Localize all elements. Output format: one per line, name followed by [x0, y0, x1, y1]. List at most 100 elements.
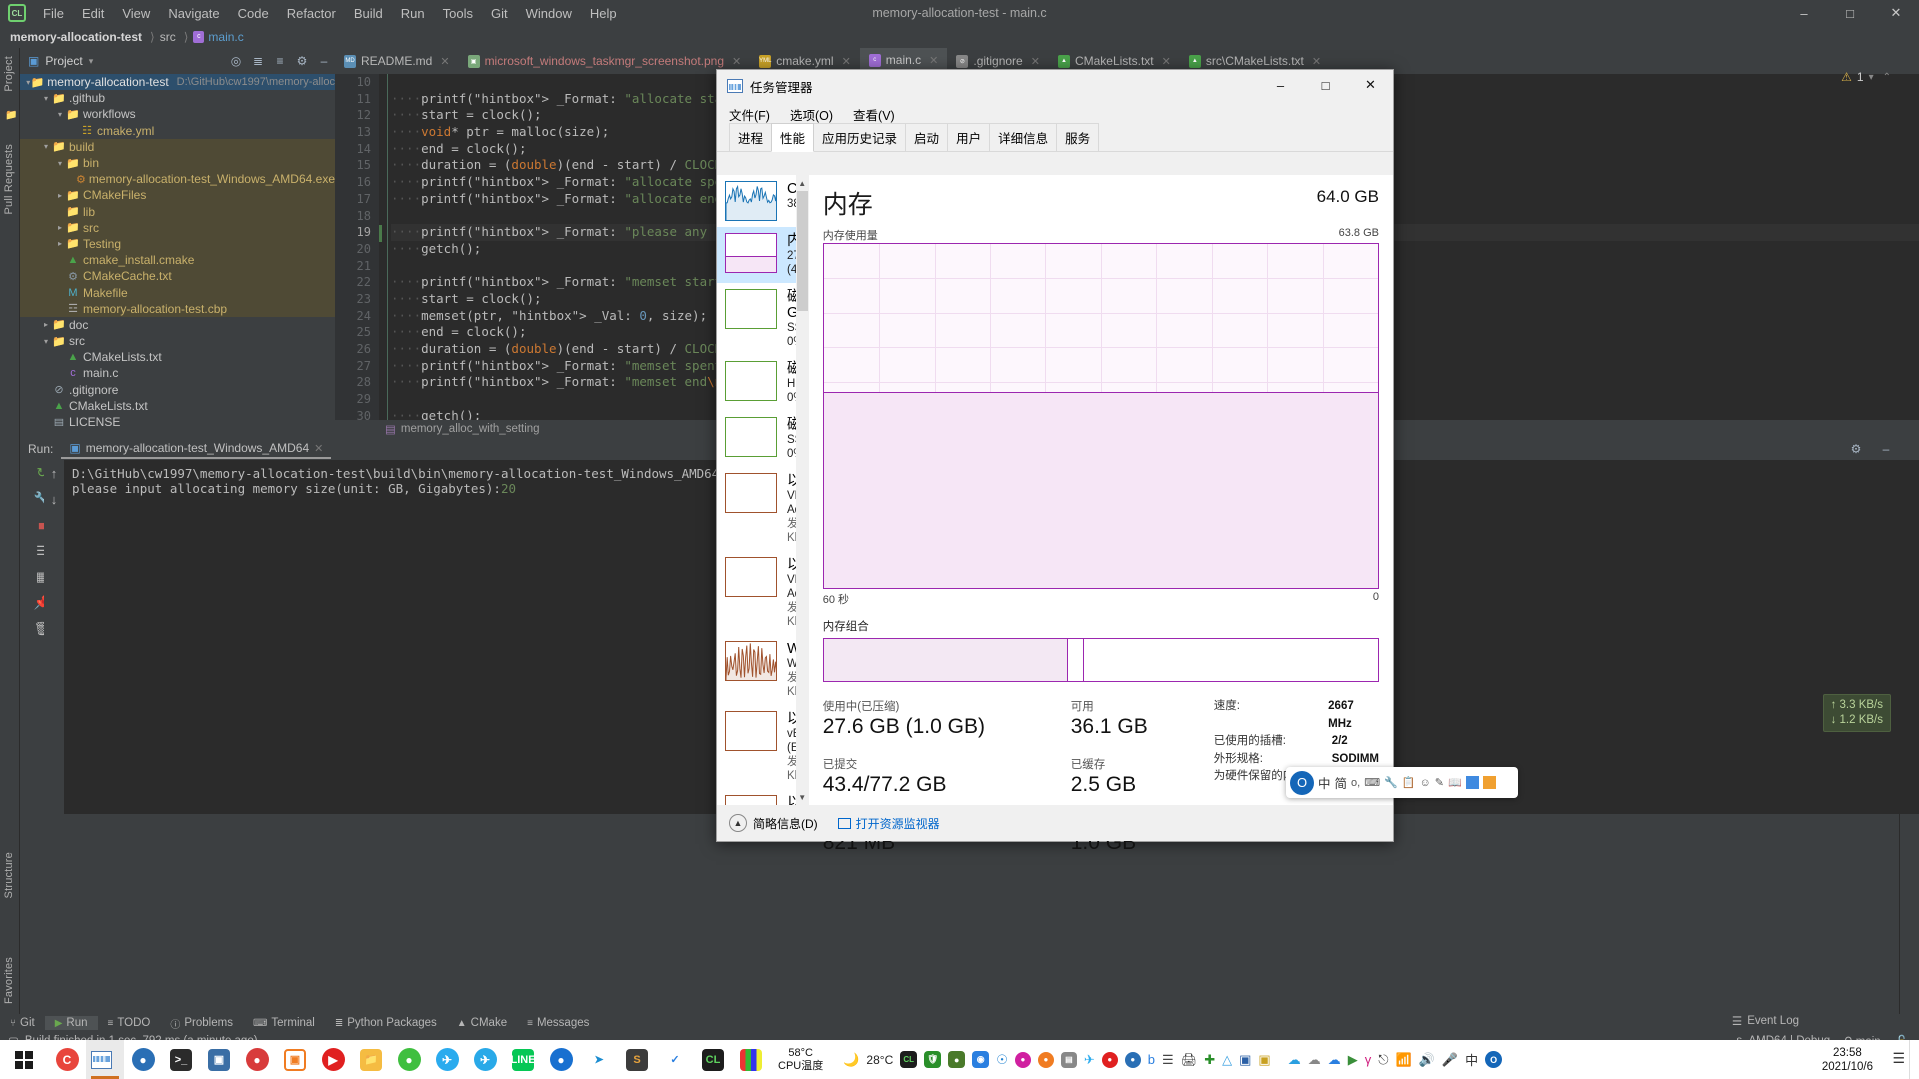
ime-more-icon[interactable] — [1482, 776, 1496, 789]
tray-sync-icon[interactable]: ▶ — [1348, 1052, 1358, 1068]
taskbar-line-icon[interactable]: LINE — [504, 1040, 542, 1079]
tray-shield-icon[interactable]: 🛡 — [924, 1051, 942, 1068]
tm-tab-性能[interactable]: 性能 — [771, 123, 815, 152]
memory-composition-bar[interactable] — [822, 638, 1379, 682]
menu-view[interactable]: View — [113, 3, 159, 24]
tray-blue-icon[interactable]: ● — [1124, 1051, 1141, 1068]
breadcrumb-src[interactable]: src — [160, 30, 176, 44]
tool-tab-todo[interactable]: ≡ TODO — [98, 1016, 161, 1030]
tray-pink-icon[interactable]: ● — [1014, 1051, 1031, 1068]
panel-hide-icon[interactable]: – — [313, 51, 335, 71]
tm-minimize-button[interactable]: – — [1258, 70, 1303, 100]
expand-all-icon[interactable]: ≣ — [247, 51, 269, 71]
taskbar-todo-icon[interactable]: ✓ — [656, 1040, 694, 1079]
tray-orange-icon[interactable]: ● — [1037, 1051, 1054, 1068]
tool-window-tab-bar[interactable]: ⑂ Git ▶ Run ≡ TODO ⓘ Problems ⌨ Terminal ≣ Python P… — [0, 1014, 1919, 1032]
editor-tab[interactable]: MD README.md ✕ — [335, 48, 459, 74]
scroll-up-arrow-icon[interactable]: ▲ — [796, 175, 809, 191]
tree-row[interactable]: ▲ CMakeLists.txt — [20, 398, 335, 414]
tm-close-button[interactable]: ✕ — [1348, 70, 1393, 100]
project-tree[interactable]: ▾ 📁 memory-allocation-test D:\GitHub\cw1997… — [20, 74, 335, 426]
taskbar-vscode-icon[interactable]: ➤ — [580, 1040, 618, 1079]
tree-row[interactable]: M Makefile — [20, 284, 335, 301]
tm-menu-file[interactable]: 文件(F) — [729, 105, 770, 124]
sidebar-scrollbar[interactable]: ▲ ▼ — [795, 175, 809, 805]
tray-list-icon[interactable]: ☰ — [1162, 1052, 1174, 1068]
tray-printer-icon[interactable]: 🖨 — [1181, 1052, 1198, 1068]
taskbar-taskmanager-icon[interactable] — [86, 1040, 124, 1079]
tree-row[interactable]: ▾ 📁 .github — [20, 90, 335, 106]
tree-expand-icon[interactable]: ▸ — [54, 223, 66, 232]
task-manager-window[interactable]: 任务管理器 – □ ✕ 文件(F) 选项(O) 查看(V) 进程 性能 应用历史记录… — [716, 69, 1394, 854]
tray-telegram-icon[interactable]: ✈ — [1084, 1052, 1095, 1068]
tree-row[interactable]: ▤ LICENSE — [20, 414, 335, 426]
tool-tab-git[interactable]: ⑂ Git — [0, 1016, 45, 1030]
scrollbar-thumb[interactable] — [796, 191, 808, 311]
breadcrumb-project[interactable]: memory-allocation-test — [10, 30, 142, 44]
tool-favorites-label[interactable]: Favorites — [3, 957, 15, 1004]
tree-row[interactable]: ⚙ memory-allocation-test_Windows_AMD64.ex… — [20, 171, 335, 188]
scroll-up-icon[interactable]: ↑ — [44, 460, 64, 486]
tree-row[interactable]: ▸ 📁 src — [20, 219, 335, 236]
event-log-button[interactable]: ☰ Event Log — [1732, 1014, 1799, 1028]
tray-b-icon[interactable]: b — [1148, 1052, 1155, 1067]
taskbar-chrome-icon[interactable]: C — [48, 1040, 86, 1079]
editor-tab-close-icon[interactable]: ✕ — [929, 54, 938, 67]
tray-cloud3-icon[interactable]: ☁ — [1328, 1052, 1341, 1068]
tree-row[interactable]: ☲ memory-allocation-test.cbp — [20, 300, 335, 317]
tool-tab-python-packages[interactable]: ≣ Python Packages — [325, 1016, 447, 1030]
tree-expand-icon[interactable]: ▾ — [40, 94, 52, 103]
taskbar-snail-icon[interactable]: ● — [238, 1040, 276, 1079]
ime-translate-icon[interactable]: 📖 — [1448, 776, 1462, 789]
menu-help[interactable]: Help — [581, 3, 626, 24]
ime-punctuation-icon[interactable]: o, — [1351, 777, 1360, 789]
menu-navigate[interactable]: Navigate — [159, 3, 228, 24]
tree-row[interactable]: ⊘ .gitignore — [20, 382, 335, 398]
menu-run[interactable]: Run — [392, 3, 434, 24]
breadcrumb-mainc[interactable]: main.c — [208, 30, 243, 44]
scroll-down-icon[interactable]: ↓ — [44, 486, 64, 512]
taskbar-clock[interactable]: 23:58 2021/10/6 — [1822, 1040, 1873, 1079]
tool-tab-cmake[interactable]: ▲ CMake — [447, 1016, 517, 1030]
run-settings-icon[interactable]: ⚙ — [1845, 439, 1867, 459]
editor-tab-close-icon[interactable]: ✕ — [842, 55, 851, 68]
taskbar-clion-icon[interactable]: CL — [694, 1040, 732, 1079]
menu-window[interactable]: Window — [517, 3, 581, 24]
panel-settings-icon[interactable]: ⚙ — [291, 51, 313, 71]
tm-tab-启动[interactable]: 启动 — [905, 123, 949, 151]
taskbar-player-icon[interactable]: ▶ — [314, 1040, 352, 1079]
taskbar-rdp-icon[interactable]: ▣ — [200, 1040, 238, 1079]
editor-tab-close-icon[interactable]: ✕ — [1312, 55, 1321, 68]
menu-git[interactable]: Git — [482, 3, 517, 24]
show-desktop-button[interactable] — [1909, 1040, 1919, 1079]
tree-row[interactable]: 📁 lib — [20, 203, 335, 220]
tree-row[interactable]: ⚙ CMakeCache.txt — [20, 268, 335, 285]
system-tray[interactable]: 🌙 28°C CL 🛡 ● ◉ ☉ ● ● ▤ ✈ ● ● b ☰ 🖨 ✚ △ … — [843, 1050, 1503, 1069]
tree-expand-icon[interactable]: ▸ — [54, 239, 66, 248]
close-button[interactable]: ✕ — [1873, 0, 1919, 26]
taskbar-explorer-icon[interactable]: 📁 — [352, 1040, 390, 1079]
tray-cloud2-icon[interactable]: ☁ — [1308, 1052, 1321, 1068]
taskbar-maps-icon[interactable]: ● — [542, 1040, 580, 1079]
tool-project-label[interactable]: Project — [3, 56, 15, 92]
tool-tab-problems[interactable]: ⓘ Problems — [160, 1015, 243, 1032]
ime-clipboard-icon[interactable]: 📋 — [1402, 776, 1416, 789]
tm-tab-应用历史记录[interactable]: 应用历史记录 — [813, 123, 907, 151]
editor-tab-close-icon[interactable]: ✕ — [1162, 55, 1171, 68]
tool-structure-label[interactable]: Structure — [3, 852, 15, 898]
cpu-temperature-widget[interactable]: 58°C CPU温度 — [778, 1047, 823, 1073]
tray-drive-icon[interactable]: △ — [1222, 1052, 1232, 1068]
tree-row[interactable]: ☷ cmake.yml — [20, 123, 335, 139]
tray-mic-icon[interactable]: 🎤 — [1442, 1052, 1458, 1068]
tree-expand-icon[interactable]: ▾ — [40, 337, 52, 346]
ime-panel-icon[interactable] — [1465, 776, 1479, 789]
taskbar-terminal-icon[interactable]: >_ — [162, 1040, 200, 1079]
minimize-button[interactable]: – — [1781, 0, 1827, 26]
start-button[interactable] — [0, 1040, 48, 1079]
tm-tab-用户[interactable]: 用户 — [947, 123, 991, 151]
tool-tab-terminal[interactable]: ⌨ Terminal — [243, 1016, 325, 1030]
run-hide-icon[interactable]: – — [1875, 439, 1897, 459]
tm-tab-服务[interactable]: 服务 — [1056, 123, 1100, 151]
tray-onedrive-icon[interactable]: ☁ — [1288, 1052, 1301, 1068]
ime-mode-simplified[interactable]: 简 — [1335, 773, 1348, 792]
